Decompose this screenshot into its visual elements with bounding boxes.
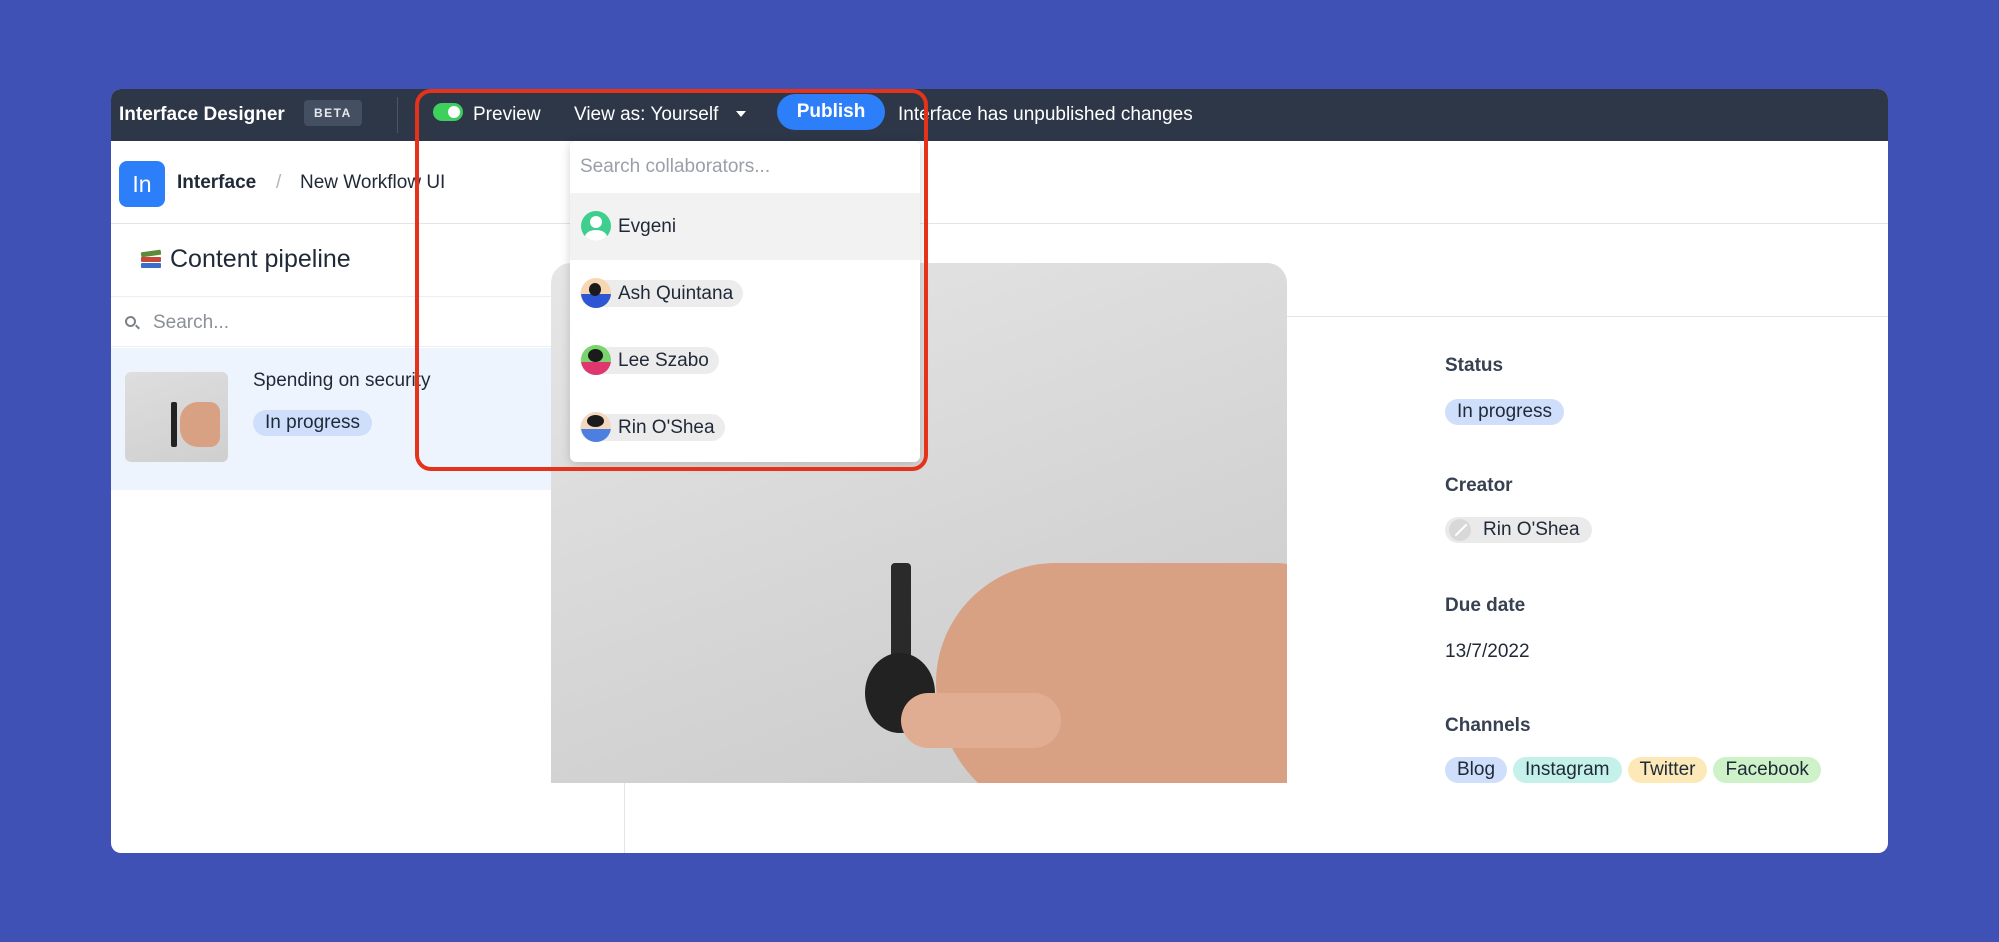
search-icon bbox=[125, 316, 136, 327]
channel-badge: Blog bbox=[1445, 757, 1508, 783]
record-title: Spending on security bbox=[253, 370, 431, 391]
chevron-down-icon[interactable] bbox=[736, 111, 746, 117]
collaborator-name: Rin O'Shea bbox=[618, 417, 715, 438]
status-badge: In progress bbox=[253, 410, 373, 436]
collaborator-chip: Evgeni bbox=[580, 211, 686, 241]
collaborator-chip: Lee Szabo bbox=[580, 345, 719, 375]
avatar bbox=[1449, 519, 1471, 541]
view-as-dropdown[interactable]: View as: Yourself bbox=[574, 89, 718, 141]
record-thumbnail bbox=[125, 372, 228, 462]
collaborator-name: Lee Szabo bbox=[618, 350, 709, 371]
preview-label[interactable]: Preview bbox=[473, 89, 541, 141]
list-title: Content pipeline bbox=[170, 245, 351, 273]
creator-value: Rin O'Shea bbox=[1445, 517, 1592, 543]
record-list-sidebar: Content pipeline Search... Spending on s… bbox=[111, 224, 625, 853]
collaborator-name: Evgeni bbox=[618, 216, 677, 237]
channel-badge: Twitter bbox=[1627, 757, 1708, 783]
toolbar-divider bbox=[397, 97, 398, 133]
collaborator-chip: Rin O'Shea bbox=[580, 412, 725, 442]
creator-name: Rin O'Shea bbox=[1483, 519, 1580, 540]
collaborator-option-evgeni[interactable]: Evgeni bbox=[570, 193, 920, 260]
interface-logo[interactable]: In bbox=[119, 161, 165, 207]
list-item[interactable]: Spending on security In progress bbox=[111, 348, 624, 490]
breadcrumb-separator: / bbox=[276, 172, 282, 193]
collaborator-option-lee-szabo[interactable]: Lee Szabo bbox=[570, 327, 920, 394]
channel-badge: Facebook bbox=[1713, 757, 1821, 783]
channels-value: Blog Instagram Twitter Facebook bbox=[1445, 757, 1821, 783]
channels-label: Channels bbox=[1445, 715, 1531, 736]
publish-button[interactable]: Publish bbox=[777, 94, 885, 130]
beta-badge: BETA bbox=[304, 100, 362, 126]
channel-badge: Instagram bbox=[1513, 757, 1622, 783]
books-icon bbox=[140, 249, 162, 269]
breadcrumb-page[interactable]: New Workflow UI bbox=[300, 141, 445, 224]
preview-toggle[interactable] bbox=[433, 103, 463, 121]
creator-label: Creator bbox=[1445, 475, 1513, 496]
status-label: Status bbox=[1445, 355, 1504, 376]
avatar bbox=[581, 278, 611, 308]
generic-user-icon bbox=[581, 211, 611, 241]
avatar bbox=[581, 412, 611, 442]
unpublished-changes-message: Interface has unpublished changes bbox=[898, 104, 1193, 125]
due-date-value: 13/7/2022 bbox=[1445, 641, 1530, 662]
top-toolbar: Interface Designer BETA Preview View as:… bbox=[111, 89, 1888, 141]
due-date-label: Due date bbox=[1445, 595, 1526, 616]
breadcrumb-interface[interactable]: Interface bbox=[177, 141, 256, 224]
search-input[interactable]: Search... bbox=[153, 297, 229, 348]
collaborator-chip: Ash Quintana bbox=[580, 278, 744, 308]
collaborator-search-input[interactable] bbox=[570, 141, 920, 193]
list-search[interactable]: Search... bbox=[111, 296, 625, 347]
collaborator-name: Ash Quintana bbox=[618, 283, 734, 304]
collaborator-option-rin-oshea[interactable]: Rin O'Shea bbox=[570, 394, 920, 461]
view-as-menu: Evgeni Ash Quintana Lee Szabo Rin O'Shea bbox=[570, 141, 920, 462]
toggle-knob bbox=[448, 106, 460, 118]
breadcrumb: In Interface / New Workflow UI bbox=[111, 141, 1888, 224]
avatar bbox=[581, 345, 611, 375]
app-title: Interface Designer bbox=[119, 104, 285, 125]
collaborator-option-ash-quintana[interactable]: Ash Quintana bbox=[570, 260, 920, 327]
status-value: In progress bbox=[1445, 399, 1565, 425]
